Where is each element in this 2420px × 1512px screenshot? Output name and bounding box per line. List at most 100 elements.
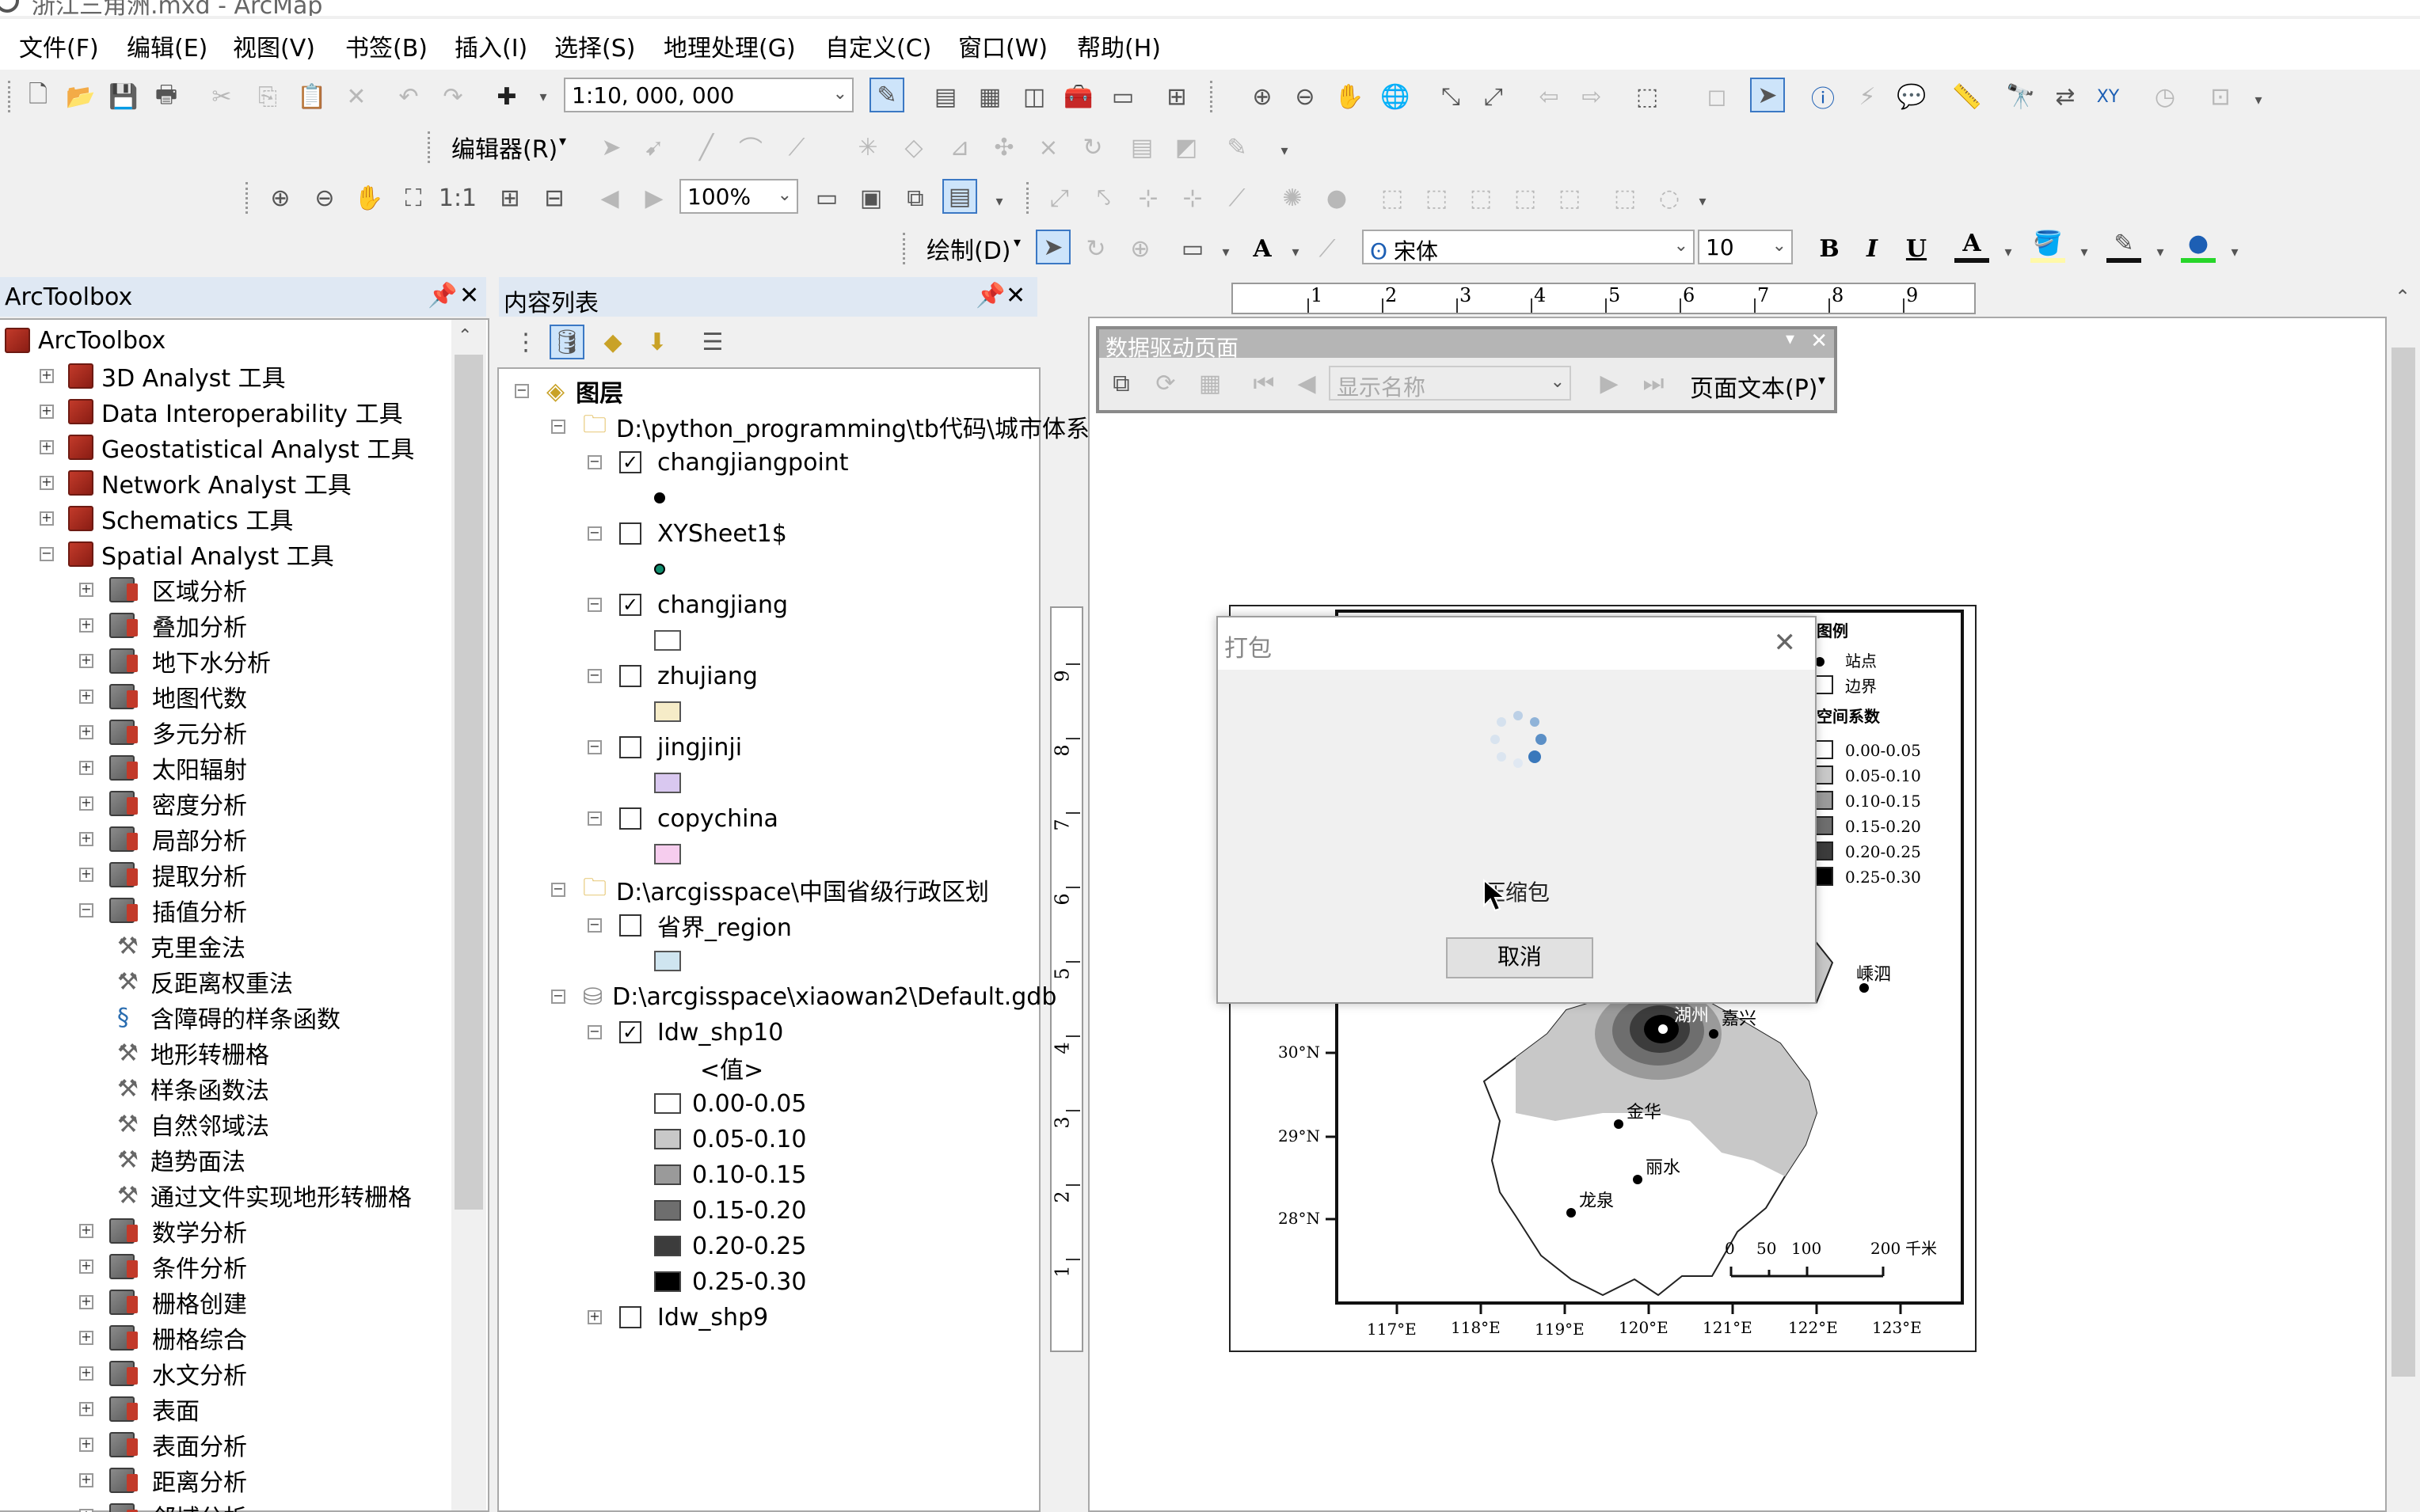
font-color-icon[interactable]: A (1954, 228, 1989, 263)
toggle-draft-mode-icon[interactable]: ▭ (809, 180, 844, 215)
checkbox-unchecked[interactable] (619, 1306, 641, 1328)
toolset-item[interactable]: + 表面 (79, 1392, 200, 1427)
paste-icon[interactable]: 📋 (295, 79, 329, 114)
expand-icon[interactable]: + (79, 1366, 93, 1381)
point-icon[interactable]: ✳ (850, 130, 885, 165)
toolbar-options-icon[interactable]: ▾ (1685, 184, 1720, 218)
toolset-item[interactable]: + 太阳辐射 (79, 750, 247, 785)
ddp-refresh-icon[interactable]: ⟳ (1148, 366, 1183, 401)
toolbar-options-icon[interactable]: ▾ (1267, 133, 1302, 168)
bold-button[interactable]: B (1812, 231, 1847, 266)
menu-windows[interactable]: 窗口(W) (958, 28, 1048, 63)
toolbox-item[interactable]: +3D Analyst 工具 (40, 359, 286, 393)
toolbar-options-icon[interactable]: ▾ (982, 184, 1017, 218)
line-color-pen-icon[interactable]: ✎ (2106, 228, 2141, 263)
toolbox-item[interactable]: + Schematics 工具 (40, 501, 293, 536)
list-by-drawing-order-icon[interactable]: ⋮ (508, 325, 543, 359)
expand-icon[interactable]: + (40, 511, 54, 526)
expand-icon[interactable]: + (79, 868, 93, 882)
cancel-button[interactable]: 取消 (1446, 937, 1593, 978)
zoom-percent-input[interactable]: 100% ⌄ (679, 179, 798, 214)
layers-root[interactable]: − ◈ 图层 (515, 374, 623, 408)
forward-extent-icon[interactable]: ⇨ (1574, 79, 1609, 114)
layout-pan-icon[interactable]: ✋ (352, 180, 386, 215)
checkbox-unchecked[interactable] (619, 914, 641, 936)
toolbar-grip[interactable] (1026, 182, 1029, 214)
topology-icon-1[interactable]: ✺ (1275, 180, 1310, 215)
menu-edit[interactable]: 编辑(E) (127, 28, 207, 63)
copy-icon[interactable]: ⎘ (250, 79, 285, 114)
expand-icon[interactable]: + (79, 1295, 93, 1309)
collapse-icon[interactable]: − (515, 384, 529, 398)
layout-zoom-out-icon[interactable]: ⊖ (307, 180, 342, 215)
tool-item[interactable]: ⚒ 反距离权重法 (117, 964, 293, 999)
open-folder-icon[interactable]: 📂 (63, 79, 98, 114)
cut-icon[interactable]: ✂ (204, 79, 239, 114)
back-extent-icon[interactable]: ⇦ (1532, 79, 1566, 114)
toolbar-grip[interactable] (245, 182, 249, 214)
italic-button[interactable]: I (1855, 231, 1889, 266)
zoom-whole-page-icon[interactable]: ⛶ (396, 180, 431, 215)
collapse-icon[interactable]: − (588, 455, 602, 469)
layer-item[interactable]: − copychina (588, 801, 778, 836)
layer-item[interactable]: − ✓ changjiang (588, 587, 788, 622)
hyperlink-lightning-icon[interactable]: ⚡ (1850, 79, 1885, 114)
scroll-up-icon[interactable]: ⌃ (458, 326, 472, 346)
collapse-icon[interactable]: − (588, 740, 602, 754)
pin-icon[interactable]: 📌 (976, 282, 1005, 310)
layer-item[interactable]: − 省界_region (588, 908, 792, 943)
identify-info-icon[interactable]: ⓘ (1805, 79, 1840, 114)
collapse-icon[interactable]: − (40, 547, 54, 561)
close-icon[interactable]: ✕ (1006, 282, 1025, 310)
toolbar-grip[interactable] (1210, 81, 1213, 112)
ddp-previous-page-icon[interactable]: ◀ (1289, 366, 1324, 401)
line-color-dropdown-icon[interactable]: ▾ (2143, 234, 2178, 269)
marker-color-icon[interactable]: ● (2181, 228, 2216, 263)
select-elements-arrow-icon[interactable]: ➤ (1750, 78, 1785, 112)
collapse-icon[interactable]: − (588, 598, 602, 612)
ddp-next-page-icon[interactable]: ▶ (1592, 366, 1627, 401)
topology-sphere-icon[interactable]: ● (1319, 180, 1354, 215)
toolbox-item[interactable]: + Geostatistical Analyst 工具 (40, 430, 414, 465)
table-of-contents-icon[interactable]: ▤ (928, 79, 963, 114)
pin-icon[interactable]: 📌 (428, 282, 457, 310)
checkbox-checked[interactable]: ✓ (619, 594, 641, 616)
menu-selection[interactable]: 选择(S) (554, 28, 635, 63)
close-icon[interactable]: ✕ (1810, 329, 1828, 353)
draw-dropdown-icon[interactable]: ▾ (1014, 234, 1021, 251)
layer-item[interactable]: − XYSheet1$ (588, 516, 787, 551)
edit-vertices-draw-icon[interactable]: ⟋ (1310, 231, 1345, 266)
data-source-group[interactable]: − ⛁ D:\arcgisspace\xiaowan2\Default.gdb (551, 979, 1056, 1014)
data-source-group[interactable]: − 🗀 D:\arcgisspace\中国省级行政区划 (551, 872, 989, 907)
expand-icon[interactable]: + (79, 725, 93, 739)
tool-item[interactable]: § 含障碍的样条函数 (117, 1000, 341, 1035)
split-icon[interactable]: ⨯ (1031, 130, 1066, 165)
menu-help[interactable]: 帮助(H) (1077, 28, 1161, 63)
zoom-100-percent-icon[interactable]: 1:1 (439, 180, 477, 215)
marker-color-dropdown-icon[interactable]: ▾ (2217, 234, 2252, 269)
python-window-icon[interactable]: ▭ (1105, 79, 1140, 114)
menu-view[interactable]: 视图(V) (233, 28, 315, 63)
clear-selection-icon[interactable]: ◻ (1699, 79, 1734, 114)
toolbar-options-icon[interactable]: ▾ (2241, 82, 2276, 117)
map-scale-input[interactable]: 1:10, 000, 000 ⌄ (564, 78, 854, 112)
topology-icon-5[interactable]: ⬚ (1508, 180, 1543, 215)
rectangle-icon[interactable]: ▭ (1175, 231, 1210, 266)
scroll-up-icon[interactable]: ⌃ (2395, 286, 2410, 308)
arctoolbox-scrollbar[interactable]: ⌃ (451, 320, 486, 1510)
font-size-select[interactable]: 10 ⌄ (1698, 230, 1793, 264)
toolset-item[interactable]: + 栅格创建 (79, 1285, 247, 1320)
full-extent-globe-icon[interactable]: 🌐 (1378, 79, 1413, 114)
zoom-in-icon[interactable]: ⊕ (1245, 79, 1280, 114)
next-extent-layout-icon[interactable]: ▶ (637, 180, 672, 215)
list-by-selection-icon[interactable]: ⬇ (640, 325, 675, 359)
time-slider-icon[interactable]: ◷ (2148, 79, 2182, 114)
toolset-item[interactable]: + 地下水分析 (79, 644, 271, 678)
expand-icon[interactable]: + (79, 583, 93, 597)
expand-icon[interactable]: + (79, 1331, 93, 1345)
collapse-icon[interactable]: − (79, 903, 93, 917)
toolset-item[interactable]: + 邻域分析 (79, 1499, 247, 1512)
data-driven-pages-toolbar-icon[interactable]: ▤ (942, 179, 977, 214)
ddp-page-name-select[interactable]: 显示名称 ⌄ (1329, 366, 1571, 401)
print-icon[interactable]: 🖶 (149, 79, 184, 114)
